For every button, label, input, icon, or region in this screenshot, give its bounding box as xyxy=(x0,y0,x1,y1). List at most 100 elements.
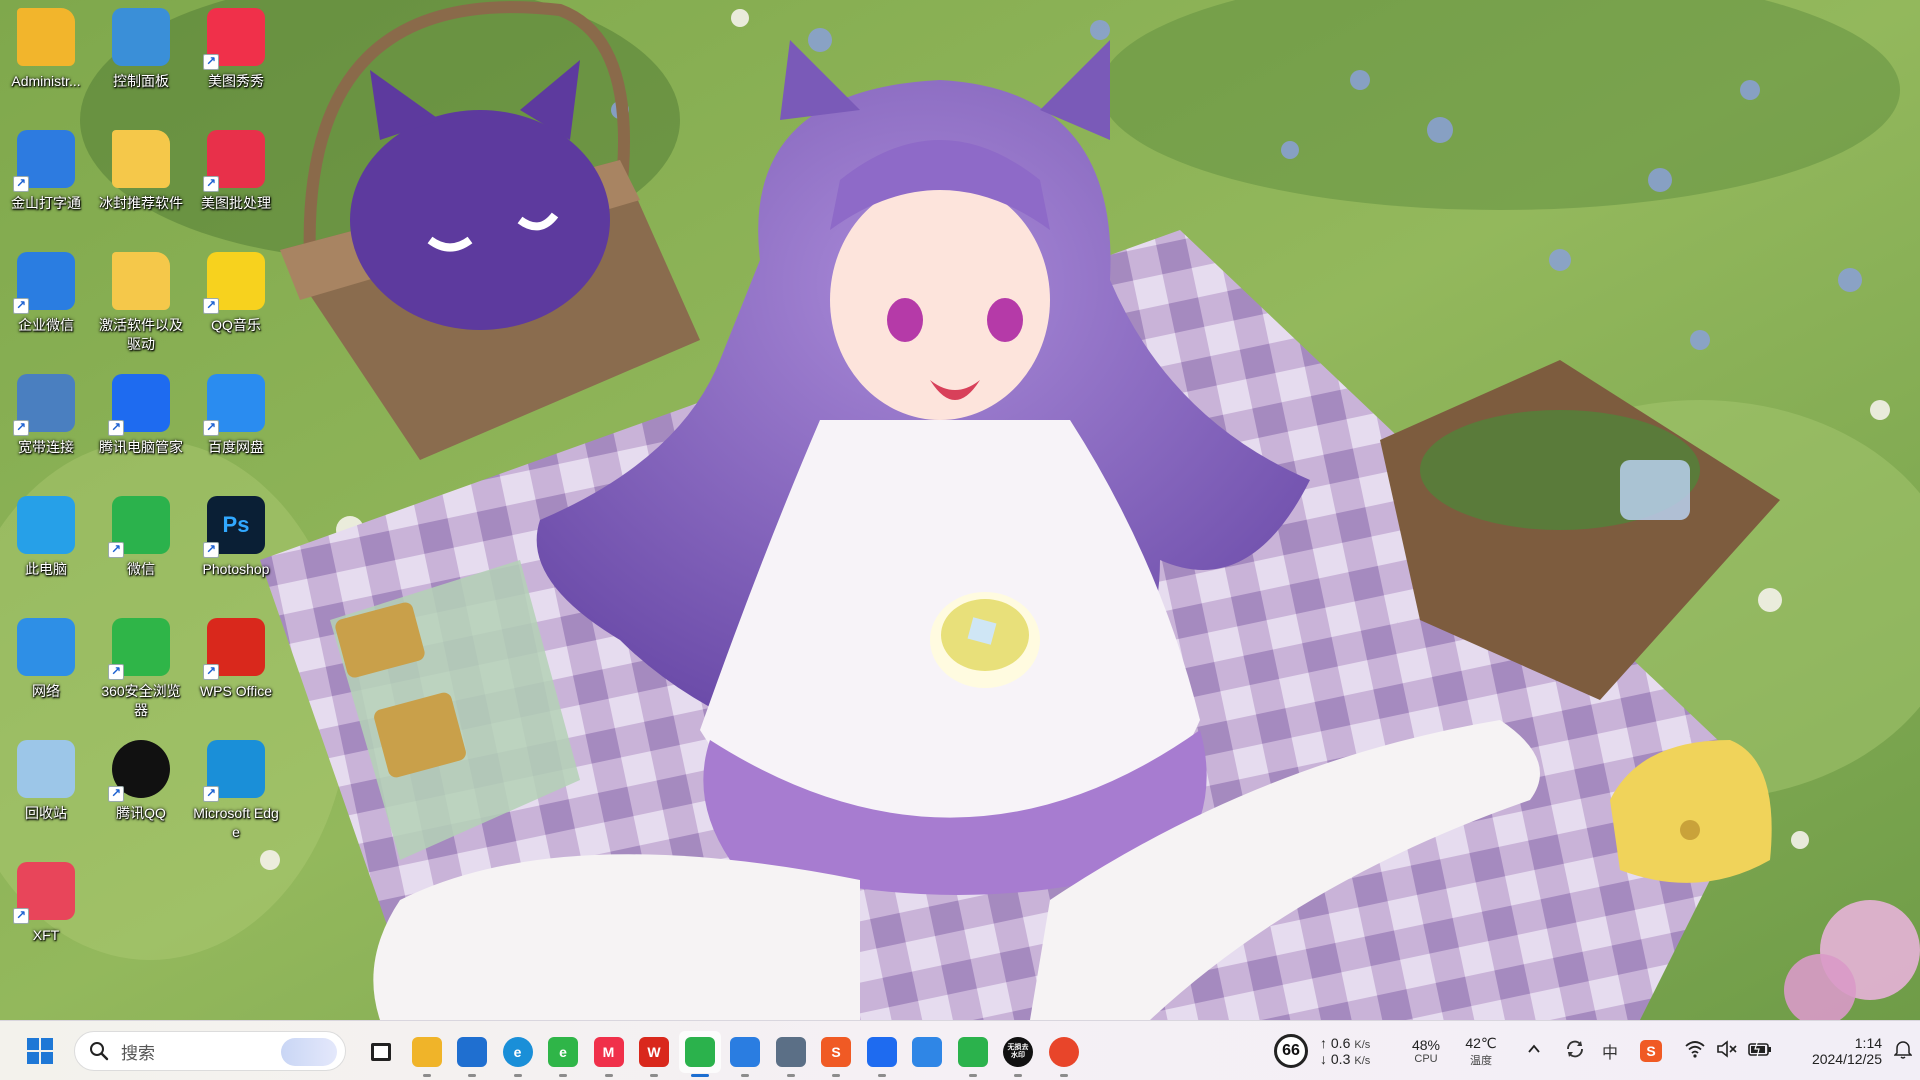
desktop-icon-photoshop[interactable]: Ps ↗ Photoshop xyxy=(190,488,282,606)
bell-icon xyxy=(1893,1040,1913,1059)
shortcut-arrow-icon: ↗ xyxy=(203,298,219,314)
desktop-icon-this-pc[interactable]: 此电脑 xyxy=(0,488,92,606)
taskbar-app-meitu[interactable]: M xyxy=(588,1031,630,1077)
sogou-tray-button[interactable]: S xyxy=(1640,1040,1663,1062)
shortcut-arrow-icon: ↗ xyxy=(13,908,29,924)
desktop-icon-wecom[interactable]: ↗ 企业微信 xyxy=(0,244,92,362)
volume-button[interactable] xyxy=(1716,1039,1738,1064)
gear-icon xyxy=(775,1037,806,1067)
running-indicator xyxy=(513,1074,522,1077)
desktop-icon-xft[interactable]: ↗ XFT xyxy=(0,854,92,972)
desktop-icon-folder[interactable]: 激活软件以及驱动 xyxy=(95,244,187,362)
running-indicator xyxy=(741,1074,749,1077)
taskbar-app-window-app[interactable] xyxy=(724,1031,766,1077)
baidu-netdisk-icon: ↗ xyxy=(203,374,265,436)
cpu-widget[interactable]: 48% CPU xyxy=(1404,1037,1448,1065)
pc-manager-score: 66 xyxy=(1282,1042,1300,1059)
desktop-icon-360-browser[interactable]: ↗ 360安全浏览器 xyxy=(95,610,187,728)
taskbar-app-wechat[interactable] xyxy=(678,1031,721,1077)
desktop-icon-baidu-netdisk[interactable]: ↗ 百度网盘 xyxy=(190,366,282,484)
download-speed: ↓ 0.3 xyxy=(1320,1051,1351,1067)
diamond-icon xyxy=(912,1037,942,1067)
recycle-bin-icon xyxy=(17,740,75,798)
desktop-icon-label: 网络 xyxy=(32,683,60,699)
taskbar-app-edge[interactable]: e xyxy=(497,1031,539,1077)
desktop-icon-broadband[interactable]: ↗ 宽带连接 xyxy=(0,366,92,484)
clock-button[interactable]: 1:14 2024/12/25 xyxy=(1802,1035,1882,1067)
taskbar-app-file-explorer[interactable] xyxy=(406,1031,448,1077)
pc-manager-score-badge[interactable]: 66 xyxy=(1274,1034,1308,1068)
folder-icon xyxy=(112,130,170,188)
taskbar-app-task-view[interactable] xyxy=(360,1031,402,1073)
desktop-icon-wps-office[interactable]: ↗ WPS Office xyxy=(190,610,282,728)
broadband-icon: ↗ xyxy=(13,374,75,436)
desktop-icon-folder[interactable]: 冰封推荐软件 xyxy=(95,122,187,240)
desktop-icon-label: Microsoft Edge xyxy=(193,805,279,840)
input-method-indicator[interactable]: 中 xyxy=(1602,1039,1618,1063)
temperature-label: 温度 xyxy=(1470,1054,1492,1067)
desktop-icon-meitu-batch[interactable]: ↗ 美图批处理 xyxy=(190,122,282,240)
desktop-icon-recycle-bin[interactable]: 回收站 xyxy=(0,732,92,850)
windows-logo-icon xyxy=(27,1038,53,1064)
desktop-icon-label: 腾讯电脑管家 xyxy=(99,439,183,455)
shortcut-arrow-icon: ↗ xyxy=(203,54,219,70)
running-indicator xyxy=(422,1074,431,1077)
start-button[interactable] xyxy=(20,1033,60,1069)
sogou-icon: S xyxy=(821,1037,851,1067)
desktop-icon-qq[interactable]: ↗ 腾讯QQ xyxy=(95,732,187,850)
taskbar-app-tencent-pc-manager[interactable] xyxy=(861,1031,903,1077)
temperature-widget[interactable]: 42℃ 温度 xyxy=(1458,1035,1504,1068)
taskbar-app-color-app[interactable] xyxy=(1043,1031,1085,1077)
shield-icon xyxy=(866,1037,897,1067)
desktop-icon-label: 美图秀秀 xyxy=(208,73,264,89)
taskbar-app-microsoft-store[interactable] xyxy=(451,1031,493,1077)
desktop-icon-user-folder[interactable]: Administr... xyxy=(0,0,92,118)
network-speed-widget[interactable]: ↑ 0.6 K/s ↓ 0.3 K/s xyxy=(1320,1035,1390,1067)
qq-icon: ↗ xyxy=(108,740,170,802)
taskbar-app-360-browser[interactable]: e xyxy=(542,1031,584,1077)
chevron-up-icon xyxy=(1528,1044,1540,1053)
desktop-icon-edge[interactable]: ↗ Microsoft Edge xyxy=(190,732,282,850)
wechat-icon xyxy=(684,1037,715,1067)
taskbar-app-settings[interactable] xyxy=(770,1031,812,1077)
notification-button[interactable] xyxy=(1893,1039,1913,1064)
taskbar-app-sogou-input[interactable]: S xyxy=(815,1031,857,1077)
monitor-icon xyxy=(957,1037,988,1067)
show-hidden-icons-button[interactable] xyxy=(1526,1041,1542,1062)
running-indicator xyxy=(832,1074,840,1077)
battery-button[interactable] xyxy=(1748,1039,1772,1063)
folder-icon xyxy=(112,252,170,310)
taskbar-app-watermark-tool[interactable]: 无损去水印 xyxy=(997,1031,1039,1077)
taskbar-search-box[interactable]: 搜索 xyxy=(74,1031,346,1071)
desktop-icon-label: 美图批处理 xyxy=(201,195,271,211)
taskbar-app-diamond-app[interactable] xyxy=(906,1031,948,1073)
desktop-icon-meitu[interactable]: ↗ 美图秀秀 xyxy=(190,0,282,118)
watermark-glyph: 无损去水印 xyxy=(1007,1044,1029,1059)
desktop-icon-tencent-pc-manager[interactable]: ↗ 腾讯电脑管家 xyxy=(95,366,187,484)
desktop-icon-label: 回收站 xyxy=(25,805,67,821)
taskbar-app-wps[interactable]: W xyxy=(633,1031,675,1077)
shortcut-arrow-icon: ↗ xyxy=(13,176,29,192)
this-pc-icon xyxy=(17,496,75,554)
sync-tray-button[interactable] xyxy=(1564,1038,1586,1065)
shortcut-arrow-icon: ↗ xyxy=(203,542,219,558)
desktop-icon-qq-music[interactable]: ↗ QQ音乐 xyxy=(190,244,282,362)
wifi-icon xyxy=(1685,1040,1705,1058)
wifi-button[interactable] xyxy=(1684,1039,1706,1064)
meitu-icon: M xyxy=(593,1037,624,1067)
desktop-icon-kingsoft-typing[interactable]: ↗ 金山打字通 xyxy=(0,122,92,240)
desktop-icon-network[interactable]: 网络 xyxy=(0,610,92,728)
desktop-icon-wechat[interactable]: ↗ 微信 xyxy=(95,488,187,606)
desktop-icon-label: 企业微信 xyxy=(18,317,74,333)
360-browser-glyph: e xyxy=(559,1044,567,1060)
shortcut-arrow-icon: ↗ xyxy=(203,664,219,680)
taskbar-app-remote-desktop[interactable] xyxy=(952,1031,994,1077)
desktop-icon-label: 宽带连接 xyxy=(18,439,74,455)
shortcut-arrow-icon: ↗ xyxy=(108,542,124,558)
desktop-icon-control-panel[interactable]: 控制面板 xyxy=(95,0,187,118)
desktop-icon-label: 冰封推荐软件 xyxy=(99,195,183,211)
running-indicator xyxy=(968,1074,977,1077)
wps-icon: W xyxy=(639,1037,669,1067)
edge-glyph: e xyxy=(513,1044,522,1060)
shortcut-arrow-icon: ↗ xyxy=(203,176,219,192)
